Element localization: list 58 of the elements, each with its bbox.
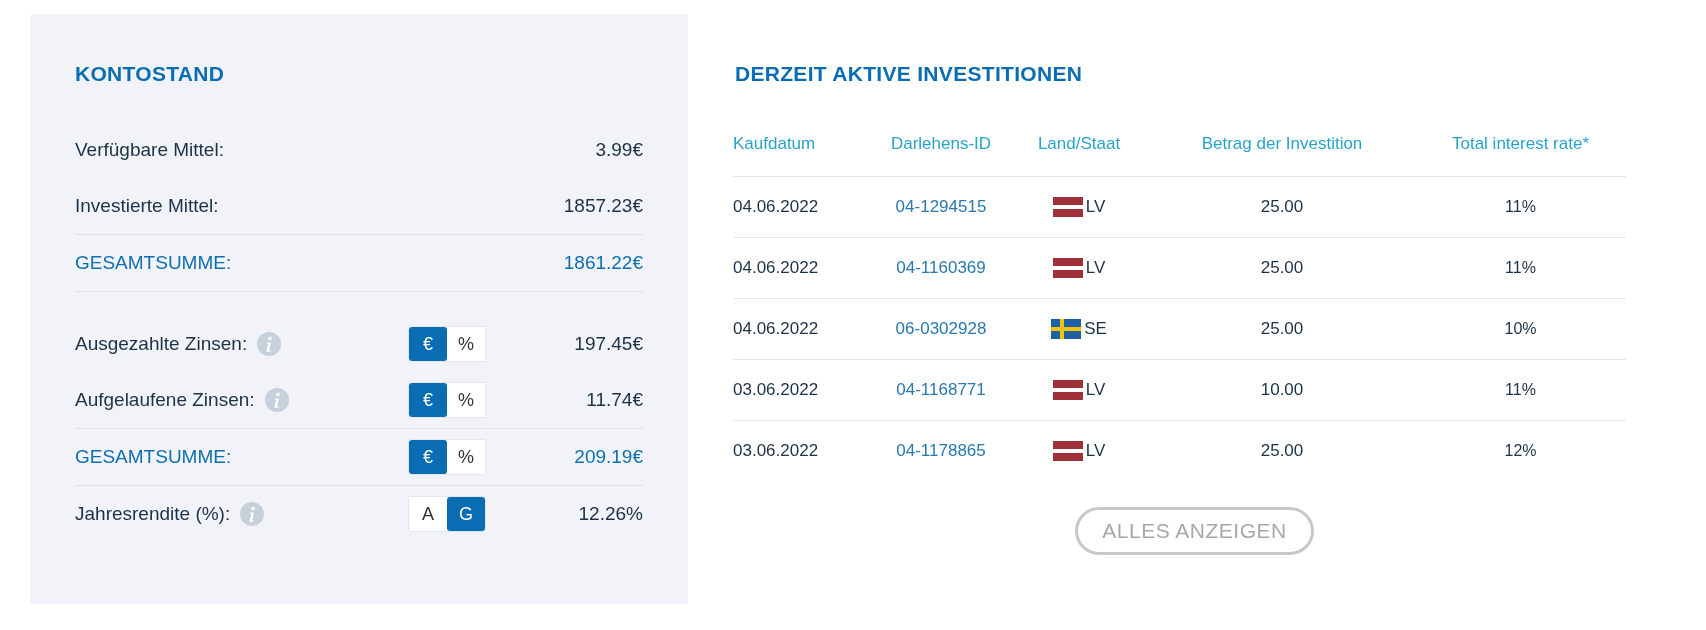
- unit-toggle-option[interactable]: G: [447, 497, 485, 531]
- loan-id-link[interactable]: 04-1178865: [873, 441, 1009, 461]
- country-code: LV: [1085, 197, 1106, 217]
- interest-value: 12.26%: [578, 503, 643, 525]
- country-code: SE: [1084, 319, 1107, 339]
- info-icon[interactable]: [240, 502, 265, 526]
- flag-icon: [1052, 380, 1083, 400]
- amount-cell-text: 25.00: [1259, 258, 1305, 278]
- flag-icon: [1052, 197, 1083, 217]
- interest-label: GESAMTSUMME:: [75, 446, 232, 468]
- rate-cell-text: 10%: [1503, 320, 1538, 338]
- column-header: Darlehens-ID: [889, 134, 993, 154]
- amount-cell-text: 25.00: [1259, 197, 1305, 217]
- flag-icon: [1052, 441, 1083, 461]
- balance-value: 1857.23€: [563, 195, 643, 217]
- date-cell-text: 03.06.2022: [733, 380, 820, 400]
- loan-id-link[interactable]: 04-1160369: [873, 258, 1009, 278]
- balance-label: Verfügbare Mittel:: [75, 139, 225, 161]
- interest-label: Jahresrendite (%):: [75, 503, 231, 525]
- rate-cell-text: 11%: [1504, 198, 1537, 216]
- rate-cell-text: 11%: [1504, 381, 1537, 399]
- balance-label: GESAMTSUMME:: [75, 252, 233, 274]
- balance-label: Investierte Mittel:: [75, 195, 220, 217]
- country-code: LV: [1085, 380, 1106, 400]
- section-title: KONTOSTAND: [75, 62, 226, 86]
- amount-cell-text: 25.00: [1259, 441, 1305, 461]
- interest-value: 209.19€: [574, 446, 643, 468]
- unit-toggle-option[interactable]: €: [409, 440, 447, 474]
- unit-toggle-option[interactable]: €: [409, 327, 447, 361]
- loan-id-link[interactable]: 04-1294515: [873, 197, 1009, 217]
- amount-cell-text: 10.00: [1259, 380, 1305, 400]
- date-cell-text: 04.06.2022: [733, 258, 820, 278]
- info-icon[interactable]: [264, 388, 289, 412]
- column-header: Kaufdatum: [733, 134, 817, 154]
- interest-value: 197.45€: [574, 333, 643, 355]
- rate-cell-text: 11%: [1504, 259, 1537, 277]
- flag-icon: [1052, 258, 1083, 278]
- column-header: Total interest rate*: [1451, 134, 1590, 154]
- amount-cell-text: 25.00: [1259, 319, 1305, 339]
- column-header: Land/Staat: [1036, 134, 1122, 154]
- rate-cell-text: 12%: [1503, 442, 1538, 460]
- balance-value: 1861.22€: [563, 252, 643, 274]
- loan-id-link[interactable]: 06-0302928: [873, 319, 1009, 339]
- flag-icon: [1051, 319, 1082, 339]
- interest-value: 11.74€: [586, 389, 643, 411]
- column-header: Betrag der Investition: [1200, 134, 1364, 154]
- section-title: DERZEIT AKTIVE INVESTITIONEN: [735, 62, 1084, 86]
- date-cell-text: 03.06.2022: [733, 441, 820, 461]
- country-code: LV: [1085, 441, 1106, 461]
- info-icon[interactable]: [257, 332, 282, 356]
- interest-label: Aufgelaufene Zinsen:: [75, 389, 255, 411]
- balance-value: 3.99€: [595, 139, 643, 161]
- loan-id-link[interactable]: 04-1168771: [873, 380, 1009, 400]
- unit-toggle-option[interactable]: €: [409, 383, 447, 417]
- date-cell-text: 04.06.2022: [733, 319, 820, 339]
- country-code: LV: [1085, 258, 1106, 278]
- date-cell-text: 04.06.2022: [733, 197, 820, 217]
- interest-label: Ausgezahlte Zinsen:: [75, 333, 248, 355]
